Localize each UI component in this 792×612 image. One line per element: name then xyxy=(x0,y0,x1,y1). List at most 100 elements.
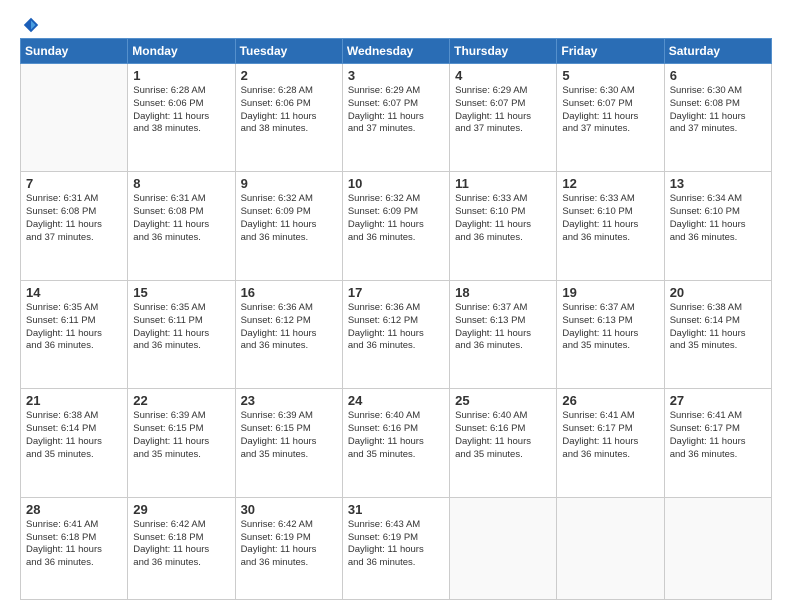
day-number: 27 xyxy=(670,393,766,408)
calendar-cell: 23Sunrise: 6:39 AM Sunset: 6:15 PM Dayli… xyxy=(235,389,342,497)
day-info: Sunrise: 6:32 AM Sunset: 6:09 PM Dayligh… xyxy=(348,193,444,244)
day-info: Sunrise: 6:28 AM Sunset: 6:06 PM Dayligh… xyxy=(241,85,337,136)
calendar-cell: 4Sunrise: 6:29 AM Sunset: 6:07 PM Daylig… xyxy=(450,64,557,172)
calendar-cell: 27 Sunrise: 6:41 AM Sunset: 6:17 PM Dayli… xyxy=(664,389,771,497)
weekday-header-thursday: Thursday xyxy=(450,39,557,64)
day-number: 12 xyxy=(562,176,658,191)
calendar-cell: 6 Sunrise: 6:30 AM Sunset: 6:08 PM Daylig… xyxy=(664,64,771,172)
header xyxy=(20,16,772,30)
day-number: 20 xyxy=(670,285,766,300)
page: SundayMondayTuesdayWednesdayThursdayFrid… xyxy=(0,0,792,612)
calendar-cell: 24Sunrise: 6:40 AM Sunset: 6:16 PM Dayli… xyxy=(342,389,449,497)
calendar-cell xyxy=(557,497,664,599)
day-info: Sunrise: 6:42 AM Sunset: 6:18 PM Dayligh… xyxy=(133,519,229,570)
calendar-cell: 14 Sunrise: 6:35 AM Sunset: 6:11 PM Dayli… xyxy=(21,280,128,388)
day-number: 17 xyxy=(348,285,444,300)
weekday-header-sunday: Sunday xyxy=(21,39,128,64)
calendar-cell: 1 Sunrise: 6:28 AM Sunset: 6:06 PM Daylig… xyxy=(128,64,235,172)
day-number: 15 xyxy=(133,285,229,300)
day-number: 22 xyxy=(133,393,229,408)
day-info: Sunrise: 6:31 AM Sunset: 6:08 PM Dayligh… xyxy=(26,193,122,244)
calendar-cell: 7 Sunrise: 6:31 AM Sunset: 6:08 PM Daylig… xyxy=(21,172,128,280)
day-number: 25 xyxy=(455,393,551,408)
day-number: 14 xyxy=(26,285,122,300)
calendar-cell: 31Sunrise: 6:43 AM Sunset: 6:19 PM Dayli… xyxy=(342,497,449,599)
day-number: 29 xyxy=(133,502,229,517)
day-number: 30 xyxy=(241,502,337,517)
calendar-cell: 5 Sunrise: 6:30 AM Sunset: 6:07 PM Daylig… xyxy=(557,64,664,172)
calendar-cell: 13 Sunrise: 6:34 AM Sunset: 6:10 PM Dayli… xyxy=(664,172,771,280)
day-info: Sunrise: 6:28 AM Sunset: 6:06 PM Dayligh… xyxy=(133,85,229,136)
day-number: 26 xyxy=(562,393,658,408)
day-info: Sunrise: 6:32 AM Sunset: 6:09 PM Dayligh… xyxy=(241,193,337,244)
day-number: 11 xyxy=(455,176,551,191)
calendar-cell: 10 Sunrise: 6:32 AM Sunset: 6:09 PM Dayli… xyxy=(342,172,449,280)
logo xyxy=(20,16,40,30)
weekday-header-row: SundayMondayTuesdayWednesdayThursdayFrid… xyxy=(21,39,772,64)
day-number: 13 xyxy=(670,176,766,191)
calendar-cell: 19Sunrise: 6:37 AM Sunset: 6:13 PM Dayli… xyxy=(557,280,664,388)
day-info: Sunrise: 6:41 AM Sunset: 6:17 PM Dayligh… xyxy=(562,410,658,461)
calendar-week-row-4: 21Sunrise: 6:38 AM Sunset: 6:14 PM Dayli… xyxy=(21,389,772,497)
day-number: 28 xyxy=(26,502,122,517)
day-info: Sunrise: 6:35 AM Sunset: 6:11 PM Dayligh… xyxy=(133,302,229,353)
logo-icon xyxy=(22,16,40,34)
calendar-week-row-3: 14 Sunrise: 6:35 AM Sunset: 6:11 PM Dayli… xyxy=(21,280,772,388)
day-info: Sunrise: 6:39 AM Sunset: 6:15 PM Dayligh… xyxy=(241,410,337,461)
day-info: Sunrise: 6:41 AM Sunset: 6:17 PM Dayligh… xyxy=(670,410,766,461)
day-info: Sunrise: 6:37 AM Sunset: 6:13 PM Dayligh… xyxy=(455,302,551,353)
calendar-cell xyxy=(450,497,557,599)
calendar-cell: 28 Sunrise: 6:41 AM Sunset: 6:18 PM Dayli… xyxy=(21,497,128,599)
weekday-header-wednesday: Wednesday xyxy=(342,39,449,64)
day-info: Sunrise: 6:29 AM Sunset: 6:07 PM Dayligh… xyxy=(348,85,444,136)
day-number: 31 xyxy=(348,502,444,517)
day-number: 5 xyxy=(562,68,658,83)
weekday-header-saturday: Saturday xyxy=(664,39,771,64)
calendar-cell: 8Sunrise: 6:31 AM Sunset: 6:08 PM Daylig… xyxy=(128,172,235,280)
calendar-cell xyxy=(664,497,771,599)
day-info: Sunrise: 6:40 AM Sunset: 6:16 PM Dayligh… xyxy=(455,410,551,461)
day-info: Sunrise: 6:33 AM Sunset: 6:10 PM Dayligh… xyxy=(455,193,551,244)
day-info: Sunrise: 6:33 AM Sunset: 6:10 PM Dayligh… xyxy=(562,193,658,244)
calendar-cell: 9 Sunrise: 6:32 AM Sunset: 6:09 PM Daylig… xyxy=(235,172,342,280)
weekday-header-monday: Monday xyxy=(128,39,235,64)
day-number: 9 xyxy=(241,176,337,191)
day-number: 3 xyxy=(348,68,444,83)
day-info: Sunrise: 6:39 AM Sunset: 6:15 PM Dayligh… xyxy=(133,410,229,461)
weekday-header-friday: Friday xyxy=(557,39,664,64)
day-number: 4 xyxy=(455,68,551,83)
day-number: 6 xyxy=(670,68,766,83)
day-info: Sunrise: 6:37 AM Sunset: 6:13 PM Dayligh… xyxy=(562,302,658,353)
day-number: 1 xyxy=(133,68,229,83)
calendar-cell: 17 Sunrise: 6:36 AM Sunset: 6:12 PM Dayli… xyxy=(342,280,449,388)
day-number: 18 xyxy=(455,285,551,300)
calendar-week-row-1: 1 Sunrise: 6:28 AM Sunset: 6:06 PM Daylig… xyxy=(21,64,772,172)
day-info: Sunrise: 6:30 AM Sunset: 6:07 PM Dayligh… xyxy=(562,85,658,136)
calendar-cell: 21Sunrise: 6:38 AM Sunset: 6:14 PM Dayli… xyxy=(21,389,128,497)
calendar-cell: 22 Sunrise: 6:39 AM Sunset: 6:15 PM Dayli… xyxy=(128,389,235,497)
calendar-cell: 26 Sunrise: 6:41 AM Sunset: 6:17 PM Dayli… xyxy=(557,389,664,497)
calendar-week-row-2: 7 Sunrise: 6:31 AM Sunset: 6:08 PM Daylig… xyxy=(21,172,772,280)
day-info: Sunrise: 6:30 AM Sunset: 6:08 PM Dayligh… xyxy=(670,85,766,136)
calendar-cell: 25 Sunrise: 6:40 AM Sunset: 6:16 PM Dayli… xyxy=(450,389,557,497)
calendar-cell: 2 Sunrise: 6:28 AM Sunset: 6:06 PM Daylig… xyxy=(235,64,342,172)
calendar-cell: 20Sunrise: 6:38 AM Sunset: 6:14 PM Dayli… xyxy=(664,280,771,388)
day-number: 7 xyxy=(26,176,122,191)
day-info: Sunrise: 6:36 AM Sunset: 6:12 PM Dayligh… xyxy=(348,302,444,353)
day-info: Sunrise: 6:34 AM Sunset: 6:10 PM Dayligh… xyxy=(670,193,766,244)
day-info: Sunrise: 6:41 AM Sunset: 6:18 PM Dayligh… xyxy=(26,519,122,570)
calendar-week-row-5: 28 Sunrise: 6:41 AM Sunset: 6:18 PM Dayli… xyxy=(21,497,772,599)
calendar-cell: 11 Sunrise: 6:33 AM Sunset: 6:10 PM Dayli… xyxy=(450,172,557,280)
calendar-cell xyxy=(21,64,128,172)
day-number: 24 xyxy=(348,393,444,408)
calendar-cell: 3 Sunrise: 6:29 AM Sunset: 6:07 PM Daylig… xyxy=(342,64,449,172)
day-info: Sunrise: 6:36 AM Sunset: 6:12 PM Dayligh… xyxy=(241,302,337,353)
day-info: Sunrise: 6:35 AM Sunset: 6:11 PM Dayligh… xyxy=(26,302,122,353)
calendar-cell: 29 Sunrise: 6:42 AM Sunset: 6:18 PM Dayli… xyxy=(128,497,235,599)
day-number: 16 xyxy=(241,285,337,300)
day-number: 8 xyxy=(133,176,229,191)
day-info: Sunrise: 6:38 AM Sunset: 6:14 PM Dayligh… xyxy=(26,410,122,461)
calendar-cell: 12 Sunrise: 6:33 AM Sunset: 6:10 PM Dayli… xyxy=(557,172,664,280)
day-number: 2 xyxy=(241,68,337,83)
day-number: 10 xyxy=(348,176,444,191)
